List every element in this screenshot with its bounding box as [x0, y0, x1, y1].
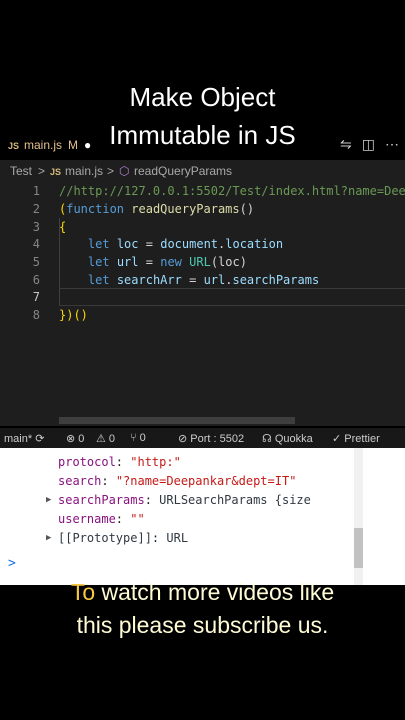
line-number: 6	[32, 273, 40, 287]
expand-triangle-icon[interactable]: ▶	[46, 533, 51, 543]
subscribe-caption: To watch more videos like this please su…	[0, 576, 405, 642]
problems-errors[interactable]: ⊗ 0	[66, 432, 84, 445]
horizontal-scrollbar[interactable]	[59, 417, 295, 424]
line-number: 7	[32, 290, 40, 304]
title-line-1: Make Object	[129, 82, 276, 112]
line-number: 4	[32, 237, 40, 251]
console-property[interactable]: [[Prototype]]: URL	[58, 531, 188, 545]
console-scrollbar[interactable]	[354, 528, 363, 568]
js-file-icon: JS	[50, 167, 62, 177]
line-number: 3	[32, 220, 40, 234]
breadcrumb: Test > JS main.js > ⬡ readQueryParams	[0, 160, 405, 182]
code-line-5: let url = new URL(loc)	[87, 255, 247, 269]
symbol-method-icon: ⬡	[119, 164, 130, 178]
prettier-status[interactable]: ✓ Prettier	[332, 432, 380, 445]
code-line-3: {	[59, 220, 67, 234]
expand-triangle-icon[interactable]: ▶	[46, 495, 51, 505]
chevron-right-icon: >	[107, 164, 115, 178]
breadcrumb-symbol[interactable]: readQueryParams	[134, 164, 232, 178]
console-prompt[interactable]: >	[8, 556, 16, 571]
console-property[interactable]: searchParams: URLSearchParams {size	[58, 493, 311, 507]
breadcrumb-folder[interactable]: Test	[10, 164, 32, 178]
problems-warnings[interactable]: ⚠ 0	[96, 432, 115, 445]
code-line-2: (function readQueryParams()	[59, 202, 255, 216]
live-server-port[interactable]: ⊘ Port : 5502	[178, 432, 244, 445]
video-title-overlay: Make Object Immutable in JS	[0, 78, 405, 154]
breadcrumb-file[interactable]: JS main.js	[50, 164, 103, 178]
title-line-2: Immutable in JS	[109, 120, 296, 150]
chevron-right-icon: >	[38, 164, 46, 178]
line-number: 1	[32, 184, 40, 198]
code-line-4: let loc = document.location	[87, 237, 284, 251]
code-line-1: //http://127.0.0.1:5502/Test/index.html?…	[59, 184, 405, 198]
line-number: 8	[32, 308, 40, 322]
ports-indicator[interactable]: ⑂ 0	[130, 432, 146, 444]
caption-line-1: To watch more videos like	[70, 579, 335, 605]
code-line-8: })()	[59, 308, 88, 322]
breadcrumb-file-label: main.js	[65, 164, 104, 178]
devtools-console[interactable]: protocol: "http:" search: "?name=Deepank…	[0, 448, 405, 585]
line-number: 2	[32, 202, 40, 216]
console-property: username: ""	[58, 512, 145, 526]
console-property: protocol: "http:"	[58, 455, 181, 469]
line-number: 5	[32, 255, 40, 269]
quokka-status[interactable]: ☊ Quokka	[262, 432, 313, 445]
caption-line-2: this please subscribe us.	[76, 612, 329, 638]
sync-icon: ⟳	[35, 433, 45, 445]
code-editor[interactable]: 1 2 3 4 5 6 7 8 //http://127.0.0.1:5502/…	[0, 182, 405, 426]
console-property: search: "?name=Deepankar&dept=IT"	[58, 474, 297, 488]
current-line-highlight	[59, 288, 405, 306]
status-bar: main* ⟳ ⊗ 0 ⚠ 0 ⑂ 0 ⊘ Port : 5502 ☊ Quok…	[0, 428, 405, 448]
code-line-6: let searchArr = url.searchParams	[87, 273, 320, 287]
branch-indicator[interactable]: main* ⟳	[4, 432, 44, 445]
